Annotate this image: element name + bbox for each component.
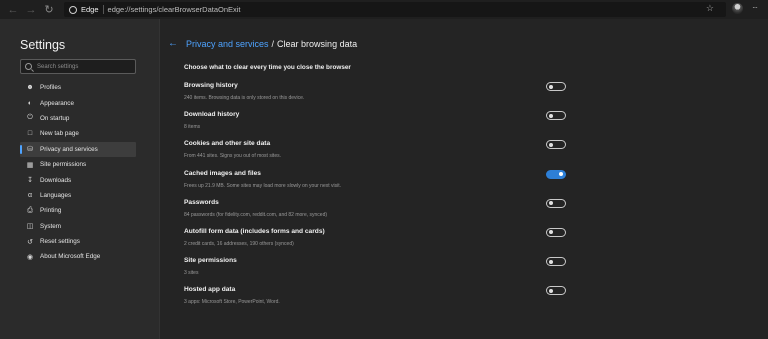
sidebar-item-new-tab-page[interactable]: □ New tab page (20, 126, 136, 141)
power-icon: ⏻ (27, 114, 33, 122)
sidebar-item-label: System (40, 222, 61, 230)
sidebar-item-on-startup[interactable]: ⏻ On startup (20, 111, 136, 126)
search-input[interactable]: Search settings (20, 59, 136, 74)
palette-icon: ◐ (27, 99, 33, 107)
option-title: Autofill form data (includes forms and c… (184, 227, 325, 235)
option-description: 3 apps: Microsoft Store, PowerPoint, Wor… (184, 299, 280, 306)
settings-content: ← Privacy and services / Clear browsing … (160, 19, 768, 339)
option-row-autofill: Autofill form data (includes forms and c… (184, 227, 568, 257)
download-icon: ↧ (27, 177, 33, 185)
breadcrumb: ← Privacy and services / Clear browsing … (168, 38, 357, 49)
option-description: 2 credit cards, 16 addresses, 190 others… (184, 240, 294, 247)
person-icon: ☻ (26, 84, 34, 92)
cookies-toggle[interactable] (546, 140, 566, 150)
breadcrumb-parent-link[interactable]: Privacy and services (186, 39, 269, 49)
sidebar-item-languages[interactable]: α Languages (20, 188, 136, 203)
sidebar-item-privacy-and-services[interactable]: ⛁ Privacy and services (20, 141, 136, 157)
forward-button[interactable]: → (22, 0, 40, 19)
sidebar-nav: ☻ Profiles ◐ Appearance ⏻ On startup □ New t… (20, 80, 136, 265)
browser-toolbar: ← → ↻ Edge edge://settings/clearBrowserD… (0, 0, 768, 19)
option-description: From 441 sites. Signs you out of most si… (184, 153, 281, 160)
sidebar-item-label: On startup (40, 114, 70, 122)
sidebar-item-profiles[interactable]: ☻ Profiles (20, 80, 136, 95)
sidebar-item-appearance[interactable]: ◐ Appearance (20, 95, 136, 110)
clear-options-list: Browsing history 240 items. Browsing dat… (184, 82, 568, 316)
site-permissions-toggle[interactable] (546, 257, 566, 267)
sidebar-item-about-microsoft-edge[interactable]: ◉ About Microsoft Edge (20, 249, 136, 264)
sidebar-item-label: About Microsoft Edge (40, 253, 101, 261)
sidebar-item-label: Downloads (40, 176, 72, 184)
back-button[interactable]: ← (4, 0, 22, 19)
refresh-button[interactable]: ↻ (40, 0, 58, 19)
option-title: Hosted app data (184, 286, 236, 294)
option-title: Browsing history (184, 82, 238, 89)
reset-icon: ↺ (27, 238, 33, 246)
languages-icon: α (27, 191, 33, 199)
option-title: Download history (184, 111, 240, 119)
address-divider (102, 5, 104, 14)
edge-logo-icon (69, 5, 77, 14)
sidebar-item-site-permissions[interactable]: ▦ Site permissions (20, 157, 136, 172)
back-arrow-icon[interactable]: ← (168, 38, 178, 49)
settings-sidebar: Settings Search settings ☻ Profiles ◐ Appe… (0, 19, 160, 339)
lock-icon: ⛁ (27, 146, 33, 154)
search-icon (25, 63, 32, 70)
option-row-cookies: Cookies and other site data From 441 sit… (184, 140, 568, 169)
option-description: 3 sites (184, 270, 199, 277)
sidebar-item-downloads[interactable]: ↧ Downloads (20, 172, 136, 187)
profile-avatar[interactable] (732, 3, 743, 14)
sidebar-item-label: Profiles (40, 84, 61, 92)
printer-icon: ⎙ (27, 206, 33, 214)
section-heading: Choose what to clear every time you clos… (184, 64, 351, 71)
sidebar-item-label: Reset settings (40, 238, 80, 246)
app-label: Edge (81, 5, 99, 14)
option-title: Cookies and other site data (184, 140, 271, 148)
breadcrumb-separator: / (271, 38, 275, 49)
sidebar-item-label: Languages (40, 191, 72, 199)
settings-title: Settings (20, 38, 66, 52)
new-tab-icon: □ (27, 130, 33, 138)
sidebar-item-label: Site permissions (40, 161, 87, 169)
sidebar-item-label: Printing (40, 207, 62, 215)
option-title: Cached images and files (184, 169, 261, 177)
autofill-toggle[interactable] (546, 227, 566, 237)
passwords-toggle[interactable] (546, 198, 566, 208)
sidebar-item-printing[interactable]: ⎙ Printing (20, 203, 136, 218)
browsing-history-toggle[interactable] (546, 82, 566, 91)
option-row-hosted-app-data: Hosted app data 3 apps: Microsoft Store,… (184, 286, 568, 315)
option-row-site-permissions: Site permissions 3 sites (184, 257, 568, 286)
option-description: 240 items. Browsing data is only stored … (184, 95, 305, 101)
favorite-star-icon[interactable]: ☆ (706, 3, 714, 14)
computer-icon: ◫ (26, 223, 34, 231)
edge-icon: ◉ (26, 253, 34, 261)
sidebar-item-label: Appearance (40, 99, 74, 107)
sidebar-item-label: New tab page (40, 130, 79, 138)
option-title: Passwords (184, 198, 219, 206)
cached-images-toggle[interactable] (546, 169, 566, 179)
option-title: Site permissions (184, 257, 237, 265)
sidebar-item-label: Privacy and services (40, 145, 98, 153)
download-history-toggle[interactable] (546, 111, 566, 121)
site-permissions-icon: ▦ (26, 161, 34, 169)
sidebar-item-system[interactable]: ◫ System (20, 219, 136, 234)
option-description: 84 passwords (for fidelity.com, reddit.c… (184, 211, 328, 218)
option-description: 8 items (184, 124, 201, 131)
address-bar[interactable]: Edge edge://settings/clearBrowserDataOnE… (64, 2, 726, 17)
option-row-download-history: Download history 8 items (184, 111, 568, 140)
option-row-browsing-history: Browsing history 240 items. Browsing dat… (184, 82, 568, 111)
option-row-passwords: Passwords 84 passwords (for fidelity.com… (184, 198, 568, 228)
search-placeholder: Search settings (37, 63, 79, 70)
page-title: Clear browsing data (277, 38, 358, 49)
more-menu-icon[interactable]: ··· (752, 3, 758, 12)
option-description: Frees up 21.9 MB. Some sites may load mo… (184, 182, 342, 189)
url-text[interactable]: edge://settings/clearBrowserDataOnExit (108, 5, 241, 14)
sidebar-item-reset-settings[interactable]: ↺ Reset settings (20, 234, 136, 249)
hosted-app-data-toggle[interactable] (546, 286, 566, 296)
option-row-cached-images: Cached images and files Frees up 21.9 MB… (184, 169, 568, 199)
